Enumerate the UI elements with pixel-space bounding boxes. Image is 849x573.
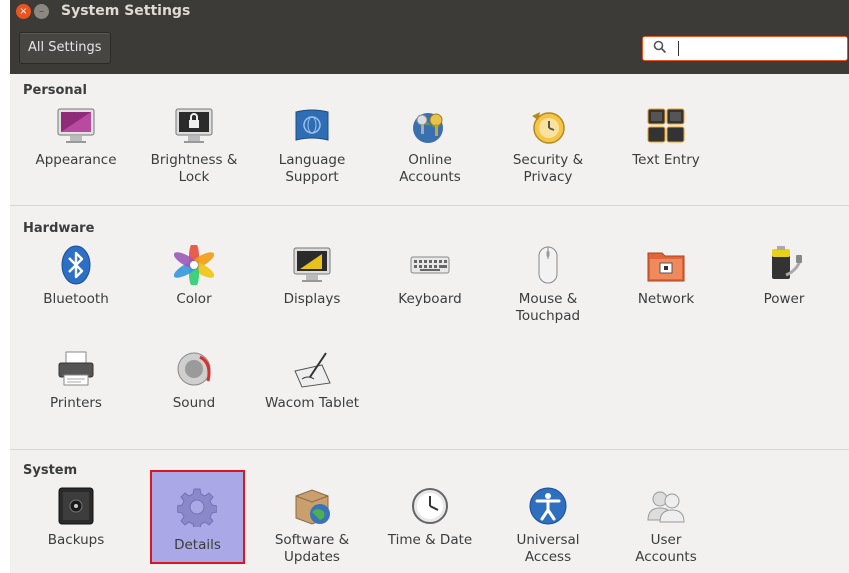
item-brightness-lock[interactable]: Brightness & Lock bbox=[135, 106, 253, 186]
brightness-lock-icon bbox=[174, 106, 214, 146]
item-label: Printers bbox=[50, 395, 102, 411]
item-label: Universal Access bbox=[516, 532, 580, 565]
item-label: Mouse & Touchpad bbox=[515, 291, 581, 324]
text-cursor bbox=[678, 41, 679, 56]
item-label: Keyboard bbox=[398, 291, 462, 307]
text-entry-icon bbox=[646, 106, 686, 146]
item-text-entry[interactable]: Text Entry bbox=[607, 106, 725, 186]
network-icon bbox=[646, 245, 686, 285]
section-divider bbox=[10, 205, 849, 206]
item-mouse-touchpad[interactable]: Mouse & Touchpad bbox=[489, 245, 607, 325]
item-bluetooth[interactable]: Bluetooth bbox=[17, 245, 135, 325]
search-icon bbox=[653, 39, 667, 59]
item-label: Software & Updates bbox=[274, 532, 350, 565]
item-sound[interactable]: Sound bbox=[135, 349, 253, 429]
item-label: Wacom Tablet bbox=[264, 395, 360, 411]
item-label: Network bbox=[637, 291, 695, 307]
item-printers[interactable]: Printers bbox=[17, 349, 135, 429]
close-button[interactable]: × bbox=[16, 4, 31, 19]
item-online-accounts[interactable]: Online Accounts bbox=[371, 106, 489, 186]
item-label: Sound bbox=[172, 395, 216, 411]
item-label: Details bbox=[174, 537, 221, 553]
section-divider bbox=[10, 449, 849, 450]
software-updates-icon bbox=[292, 486, 332, 526]
printer-icon bbox=[56, 349, 96, 389]
item-label: Time & Date bbox=[387, 532, 473, 548]
item-backups[interactable]: Backups bbox=[17, 486, 135, 566]
backups-icon bbox=[56, 486, 96, 526]
item-keyboard[interactable]: Keyboard bbox=[371, 245, 489, 325]
item-label: Appearance bbox=[35, 152, 117, 168]
color-icon bbox=[174, 245, 214, 285]
language-support-icon bbox=[292, 106, 332, 146]
online-accounts-icon bbox=[410, 106, 450, 146]
item-label: Power bbox=[763, 291, 805, 307]
search-input[interactable] bbox=[642, 36, 848, 61]
appearance-icon bbox=[56, 106, 96, 146]
item-universal-access[interactable]: Universal Access bbox=[489, 486, 607, 566]
section-title-hardware: Hardware bbox=[23, 221, 95, 236]
details-gear-icon bbox=[177, 487, 217, 527]
item-label: Color bbox=[176, 291, 212, 307]
item-network[interactable]: Network bbox=[607, 245, 725, 325]
window-title: System Settings bbox=[61, 3, 191, 19]
item-security-privacy[interactable]: Security & Privacy bbox=[489, 106, 607, 186]
window-titlebar: × – System Settings bbox=[10, 0, 849, 24]
item-label: Online Accounts bbox=[399, 152, 461, 185]
item-user-accounts[interactable]: User Accounts bbox=[607, 486, 725, 566]
all-settings-button[interactable]: All Settings bbox=[19, 32, 111, 64]
power-icon bbox=[764, 245, 804, 285]
sound-icon bbox=[174, 349, 214, 389]
settings-panel: Personal Appearance Brightness & Lock La… bbox=[10, 74, 849, 573]
section-title-personal: Personal bbox=[23, 83, 87, 98]
displays-icon bbox=[292, 245, 332, 285]
item-details[interactable]: Details bbox=[150, 470, 245, 564]
item-label: Brightness & Lock bbox=[150, 152, 238, 185]
universal-access-icon bbox=[528, 486, 568, 526]
item-label: Security & Privacy bbox=[512, 152, 584, 185]
item-software-updates[interactable]: Software & Updates bbox=[253, 486, 371, 566]
clock-icon bbox=[410, 486, 450, 526]
item-appearance[interactable]: Appearance bbox=[17, 106, 135, 186]
user-accounts-icon bbox=[646, 486, 686, 526]
item-power[interactable]: Power bbox=[725, 245, 843, 325]
item-language-support[interactable]: Language Support bbox=[253, 106, 371, 186]
item-label: Language Support bbox=[278, 152, 346, 185]
item-displays[interactable]: Displays bbox=[253, 245, 371, 325]
item-label: Displays bbox=[283, 291, 341, 307]
wacom-tablet-icon bbox=[292, 349, 332, 389]
toolbar: All Settings bbox=[10, 24, 849, 74]
item-color[interactable]: Color bbox=[135, 245, 253, 325]
item-label: Text Entry bbox=[632, 152, 700, 168]
item-label: Backups bbox=[47, 532, 105, 548]
item-wacom-tablet[interactable]: Wacom Tablet bbox=[253, 349, 371, 429]
item-time-date[interactable]: Time & Date bbox=[371, 486, 489, 566]
keyboard-icon bbox=[410, 245, 450, 285]
item-label: User Accounts bbox=[635, 532, 697, 565]
security-privacy-icon bbox=[528, 106, 568, 146]
minimize-button[interactable]: – bbox=[34, 4, 49, 19]
section-title-system: System bbox=[23, 463, 78, 478]
bluetooth-icon bbox=[56, 245, 96, 285]
item-label: Bluetooth bbox=[43, 291, 109, 307]
mouse-icon bbox=[528, 245, 568, 285]
